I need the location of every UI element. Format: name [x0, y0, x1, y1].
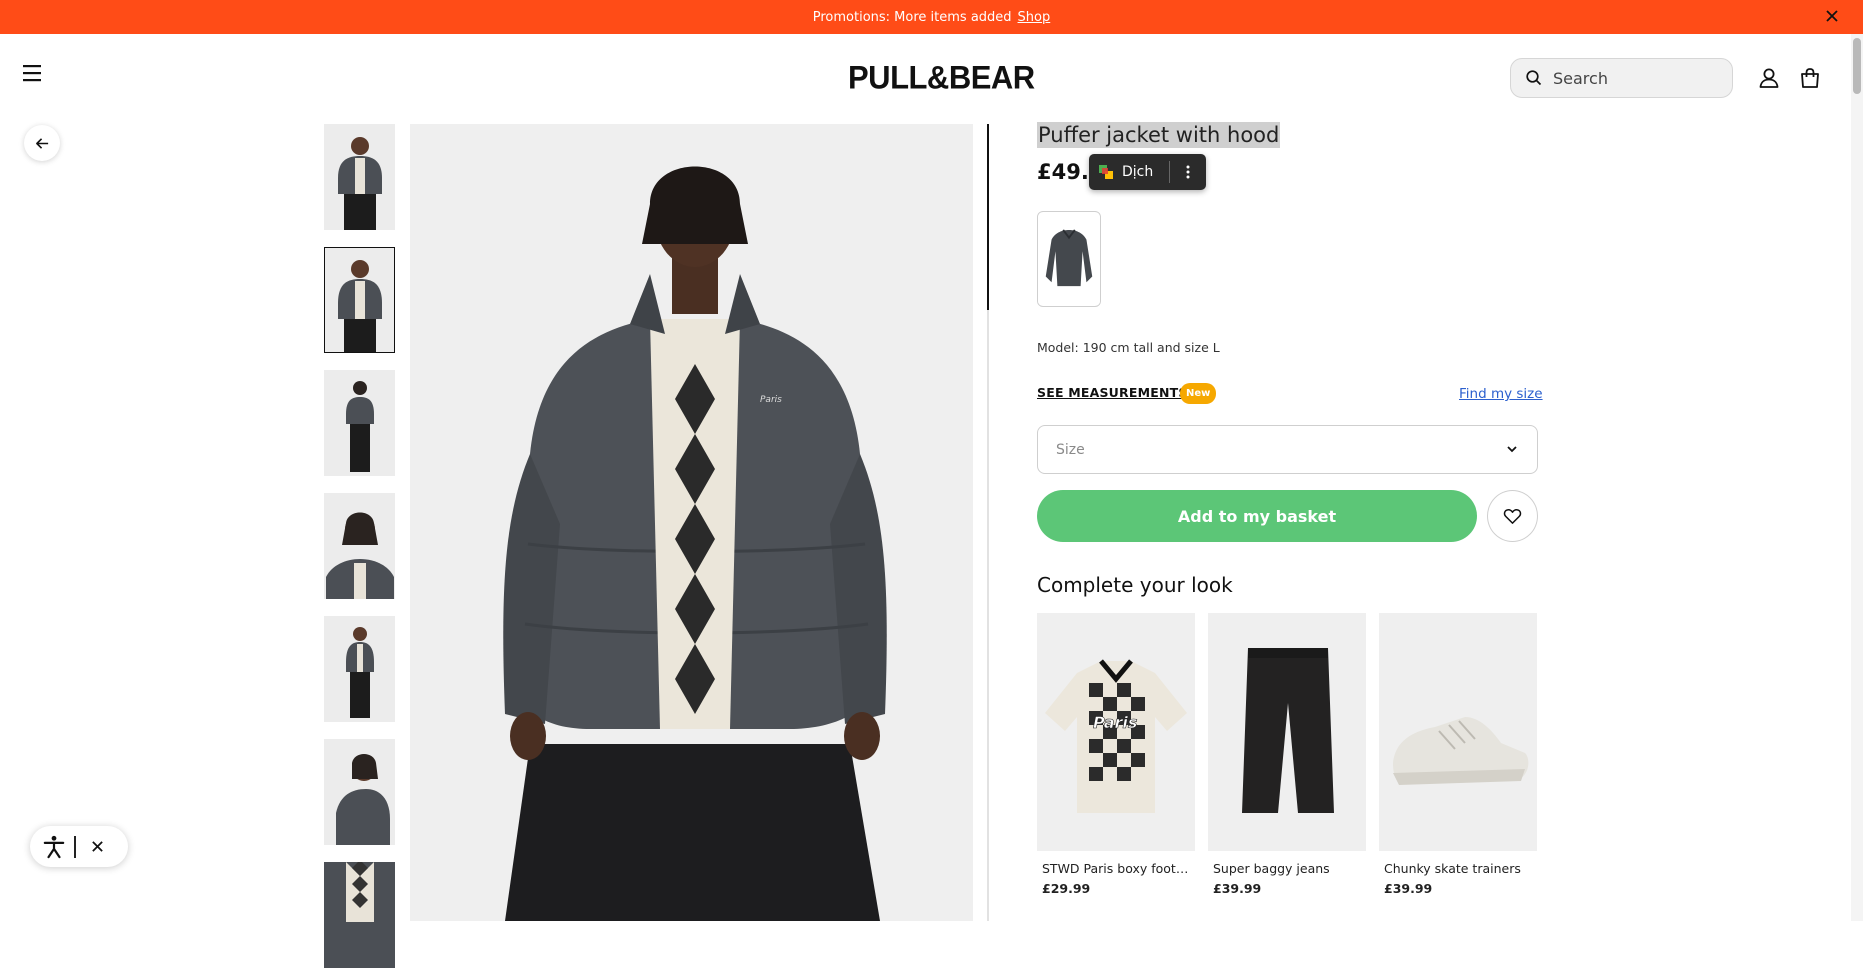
look-item-card[interactable]: Paris STWD Paris boxy footba... £29.99: [1037, 613, 1195, 896]
widget-divider: [74, 835, 76, 858]
look-item-name: STWD Paris boxy footba...: [1042, 861, 1195, 876]
favorite-button[interactable]: [1487, 490, 1538, 542]
look-item-price: £29.99: [1042, 881, 1091, 896]
add-to-basket-button[interactable]: Add to my basket: [1037, 490, 1477, 542]
model-info: Model: 190 cm tall and size L: [1037, 340, 1220, 355]
new-badge: New: [1180, 383, 1217, 404]
search-input[interactable]: [1553, 68, 1703, 88]
see-measurements-link[interactable]: SEE MEASUREMENTS: [1037, 385, 1188, 400]
translate-label: Dịch: [1122, 164, 1154, 180]
gallery-thumbnail[interactable]: [324, 124, 395, 230]
site-logo[interactable]: PULL&BEAR: [848, 59, 1035, 97]
look-item-image[interactable]: Paris: [1037, 613, 1195, 851]
more-vertical-icon[interactable]: [1170, 154, 1206, 190]
search-icon: [1526, 70, 1542, 86]
close-icon[interactable]: [1823, 7, 1841, 25]
complete-look-title: Complete your look: [1037, 573, 1233, 597]
size-placeholder: Size: [1056, 441, 1085, 458]
gallery-thumbnail-active[interactable]: [324, 247, 395, 353]
gallery-scroll-indicator: [987, 124, 989, 310]
promo-text: Promotions: More items added: [812, 9, 1012, 25]
look-item-card[interactable]: Chunky skate trainers £39.99: [1379, 613, 1537, 896]
gallery-thumbnail[interactable]: [324, 493, 395, 599]
chevron-down-icon: [1507, 446, 1517, 453]
gallery-thumbnail[interactable]: [324, 370, 395, 476]
svg-text:Paris: Paris: [760, 395, 782, 405]
hamburger-menu-icon[interactable]: [20, 62, 46, 84]
close-icon[interactable]: [84, 826, 110, 867]
page-scrollbar[interactable]: [1851, 34, 1863, 921]
look-item-image[interactable]: [1208, 613, 1366, 851]
gallery-scroll-track: [987, 124, 989, 921]
accessibility-widget: [30, 826, 128, 867]
look-item-price: £39.99: [1384, 881, 1433, 896]
color-swatch[interactable]: [1037, 211, 1101, 307]
translate-logo-icon: [1099, 165, 1113, 179]
accessibility-icon[interactable]: [30, 826, 70, 867]
look-item-name: Chunky skate trainers: [1384, 861, 1521, 876]
promo-shop-link[interactable]: Shop: [1018, 10, 1051, 25]
user-icon[interactable]: [1756, 65, 1782, 91]
back-button[interactable]: [24, 125, 60, 161]
gallery-thumbnail[interactable]: [324, 739, 395, 845]
svg-text:Paris: Paris: [1093, 713, 1137, 732]
look-item-card[interactable]: Super baggy jeans £39.99: [1208, 613, 1366, 896]
arrow-left-icon: [35, 137, 48, 149]
translate-popup: Dịch: [1089, 154, 1206, 190]
look-item-price: £39.99: [1213, 881, 1262, 896]
product-title: Puffer jacket with hood: [1037, 122, 1281, 148]
size-select[interactable]: Size: [1037, 425, 1538, 474]
scrollbar-thumb[interactable]: [1853, 38, 1861, 94]
translate-button[interactable]: Dịch: [1089, 154, 1169, 190]
look-item-image[interactable]: [1379, 613, 1537, 851]
site-header: PULL&BEAR: [0, 34, 1863, 120]
gallery-thumbnail[interactable]: [324, 616, 395, 722]
heart-icon: [1503, 508, 1522, 524]
look-item-name: Super baggy jeans: [1213, 861, 1330, 876]
shopping-bag-icon[interactable]: [1797, 65, 1823, 91]
promo-banner: Promotions: More items added Shop: [0, 0, 1863, 34]
main-product-image[interactable]: Paris: [410, 124, 973, 921]
gallery-thumbnail[interactable]: [324, 862, 395, 968]
search-box[interactable]: [1510, 58, 1733, 98]
find-my-size-link[interactable]: Find my size: [1459, 386, 1543, 402]
